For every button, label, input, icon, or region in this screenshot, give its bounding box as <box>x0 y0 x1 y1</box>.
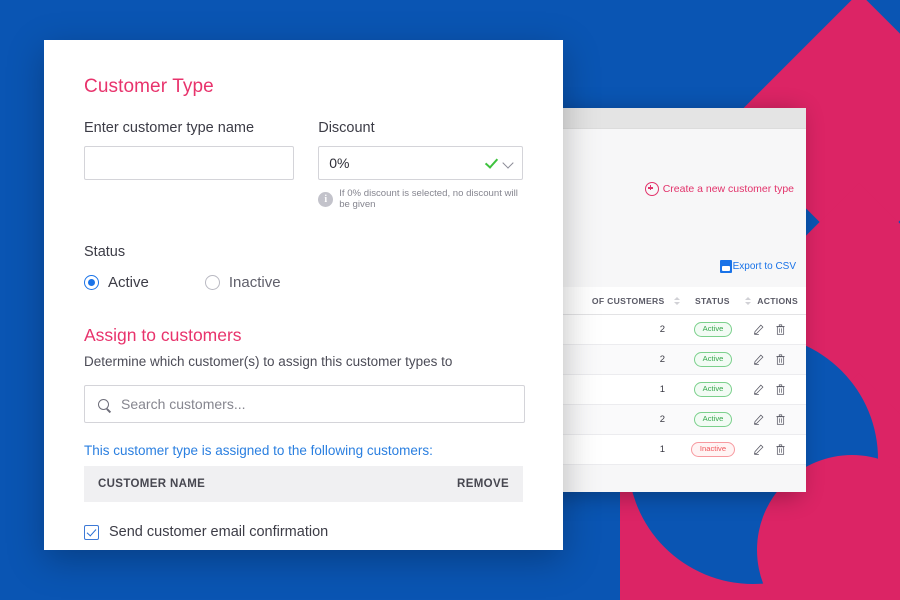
trash-delete-icon[interactable] <box>775 324 786 335</box>
search-icon <box>98 398 109 410</box>
status-badge: Active <box>693 382 733 397</box>
cell-actions <box>740 354 806 365</box>
send-email-confirmation-row[interactable]: Send customer email confirmation <box>84 524 523 540</box>
table-body: 2 Active 2 Active 1 Active 2 Active 1 Inactive <box>557 315 806 465</box>
cell-actions <box>740 414 806 425</box>
csv-file-icon <box>719 260 732 273</box>
assigned-customers-note: This customer type is assigned to the fo… <box>84 443 433 458</box>
trash-delete-icon[interactable] <box>775 354 786 365</box>
page-title: Customer Type <box>84 76 214 97</box>
status-badge: Active <box>693 322 733 337</box>
radio-dot-active-icon <box>84 275 99 290</box>
plus-circle-icon <box>644 182 659 196</box>
window-titlebar <box>557 108 806 129</box>
status-badge: Inactive <box>690 442 736 457</box>
assign-to-customers-subtitle: Determine which customer(s) to assign th… <box>84 354 453 369</box>
discount-field-group: Discount i If 0% discount is selected, n… <box>318 120 523 210</box>
pencil-edit-icon[interactable] <box>753 414 764 425</box>
column-header-customer-name: CUSTOMER NAME <box>98 478 206 490</box>
table-row[interactable]: 2 Active <box>557 345 806 375</box>
cell-num-customers: 1 <box>659 384 665 395</box>
sort-arrows-icon <box>673 296 680 305</box>
form-top-row: Enter customer type name Discount i <box>84 120 523 210</box>
status-badge: Active <box>693 412 733 427</box>
cell-num-customers: 2 <box>659 324 665 335</box>
cell-num-customers: 2 <box>659 354 665 365</box>
status-label: Status <box>84 244 126 260</box>
assign-to-customers-title: Assign to customers <box>84 325 242 345</box>
column-header-status[interactable]: STATUS <box>686 296 740 306</box>
customer-types-table: OF CUSTOMERS STATUS ACTIONS 2 Active 2 Acti… <box>557 287 806 465</box>
discount-label: Discount <box>318 120 375 136</box>
pencil-edit-icon[interactable] <box>753 444 764 455</box>
info-icon: i <box>318 191 334 207</box>
customer-type-name-label: Enter customer type name <box>84 120 255 136</box>
sort-toggle-status[interactable] <box>739 296 757 305</box>
status-radio-group: Active Inactive <box>84 274 523 291</box>
check-icon <box>485 156 499 170</box>
sort-arrows-icon <box>745 296 752 305</box>
trash-delete-icon[interactable] <box>775 384 786 395</box>
window-body: Create a new customer type Export to CSV… <box>557 129 806 492</box>
send-email-confirmation-label: Send customer email confirmation <box>109 524 329 540</box>
cell-actions <box>740 324 806 335</box>
customer-type-name-input[interactable] <box>84 146 295 180</box>
trash-delete-icon[interactable] <box>775 444 786 455</box>
status-radio-inactive-label: Inactive <box>228 274 281 291</box>
export-to-csv-label: Export to CSV <box>732 261 796 272</box>
customer-type-form-card: Customer Type Enter customer type name D… <box>44 40 563 550</box>
customer-type-name-field-group: Enter customer type name <box>84 120 295 210</box>
status-badge: Active <box>693 352 733 367</box>
assigned-customers-table-header: CUSTOMER NAME REMOVE <box>84 466 523 502</box>
table-row[interactable]: 2 Active <box>557 315 806 345</box>
search-customers-box[interactable] <box>84 385 525 423</box>
table-row[interactable]: 1 Inactive <box>557 435 806 465</box>
cell-num-customers: 2 <box>659 414 665 425</box>
send-email-confirmation-checkbox[interactable] <box>84 524 99 540</box>
create-new-customer-type-label: Create a new customer type <box>662 183 794 195</box>
column-header-actions: ACTIONS <box>757 295 798 306</box>
customer-types-list-window: Create a new customer type Export to CSV… <box>557 108 806 492</box>
cell-num-customers: 1 <box>659 444 665 455</box>
screenshot-stage: Create a new customer type Export to CSV… <box>0 0 900 600</box>
status-radio-active-label: Active <box>108 274 149 291</box>
table-row[interactable]: 1 Active <box>557 375 806 405</box>
cell-actions <box>740 384 806 395</box>
discount-icons <box>485 146 514 180</box>
status-radio-active[interactable]: Active <box>84 274 149 291</box>
create-new-customer-type-link[interactable]: Create a new customer type <box>644 182 794 196</box>
discount-select-wrapper <box>318 146 523 180</box>
column-header-remove: REMOVE <box>457 478 509 490</box>
table-header-row: OF CUSTOMERS STATUS ACTIONS <box>557 287 806 315</box>
pencil-edit-icon[interactable] <box>753 324 764 335</box>
discount-hint: i If 0% discount is selected, no discoun… <box>318 188 523 210</box>
radio-dot-inactive-icon <box>204 275 220 290</box>
chevron-down-icon[interactable] <box>503 158 514 169</box>
pencil-edit-icon[interactable] <box>753 384 764 395</box>
trash-delete-icon[interactable] <box>775 414 786 425</box>
cell-actions <box>740 444 806 455</box>
search-customers-input[interactable] <box>85 386 524 422</box>
export-to-csv-link[interactable]: Export to CSV <box>719 260 796 273</box>
sort-toggle-num-customers[interactable] <box>668 296 686 305</box>
discount-hint-text: If 0% discount is selected, no discount … <box>339 188 518 210</box>
table-row[interactable]: 2 Active <box>557 405 806 435</box>
column-header-num-customers[interactable]: OF CUSTOMERS <box>557 296 668 306</box>
status-radio-inactive[interactable]: Inactive <box>204 274 281 291</box>
pencil-edit-icon[interactable] <box>753 354 764 365</box>
